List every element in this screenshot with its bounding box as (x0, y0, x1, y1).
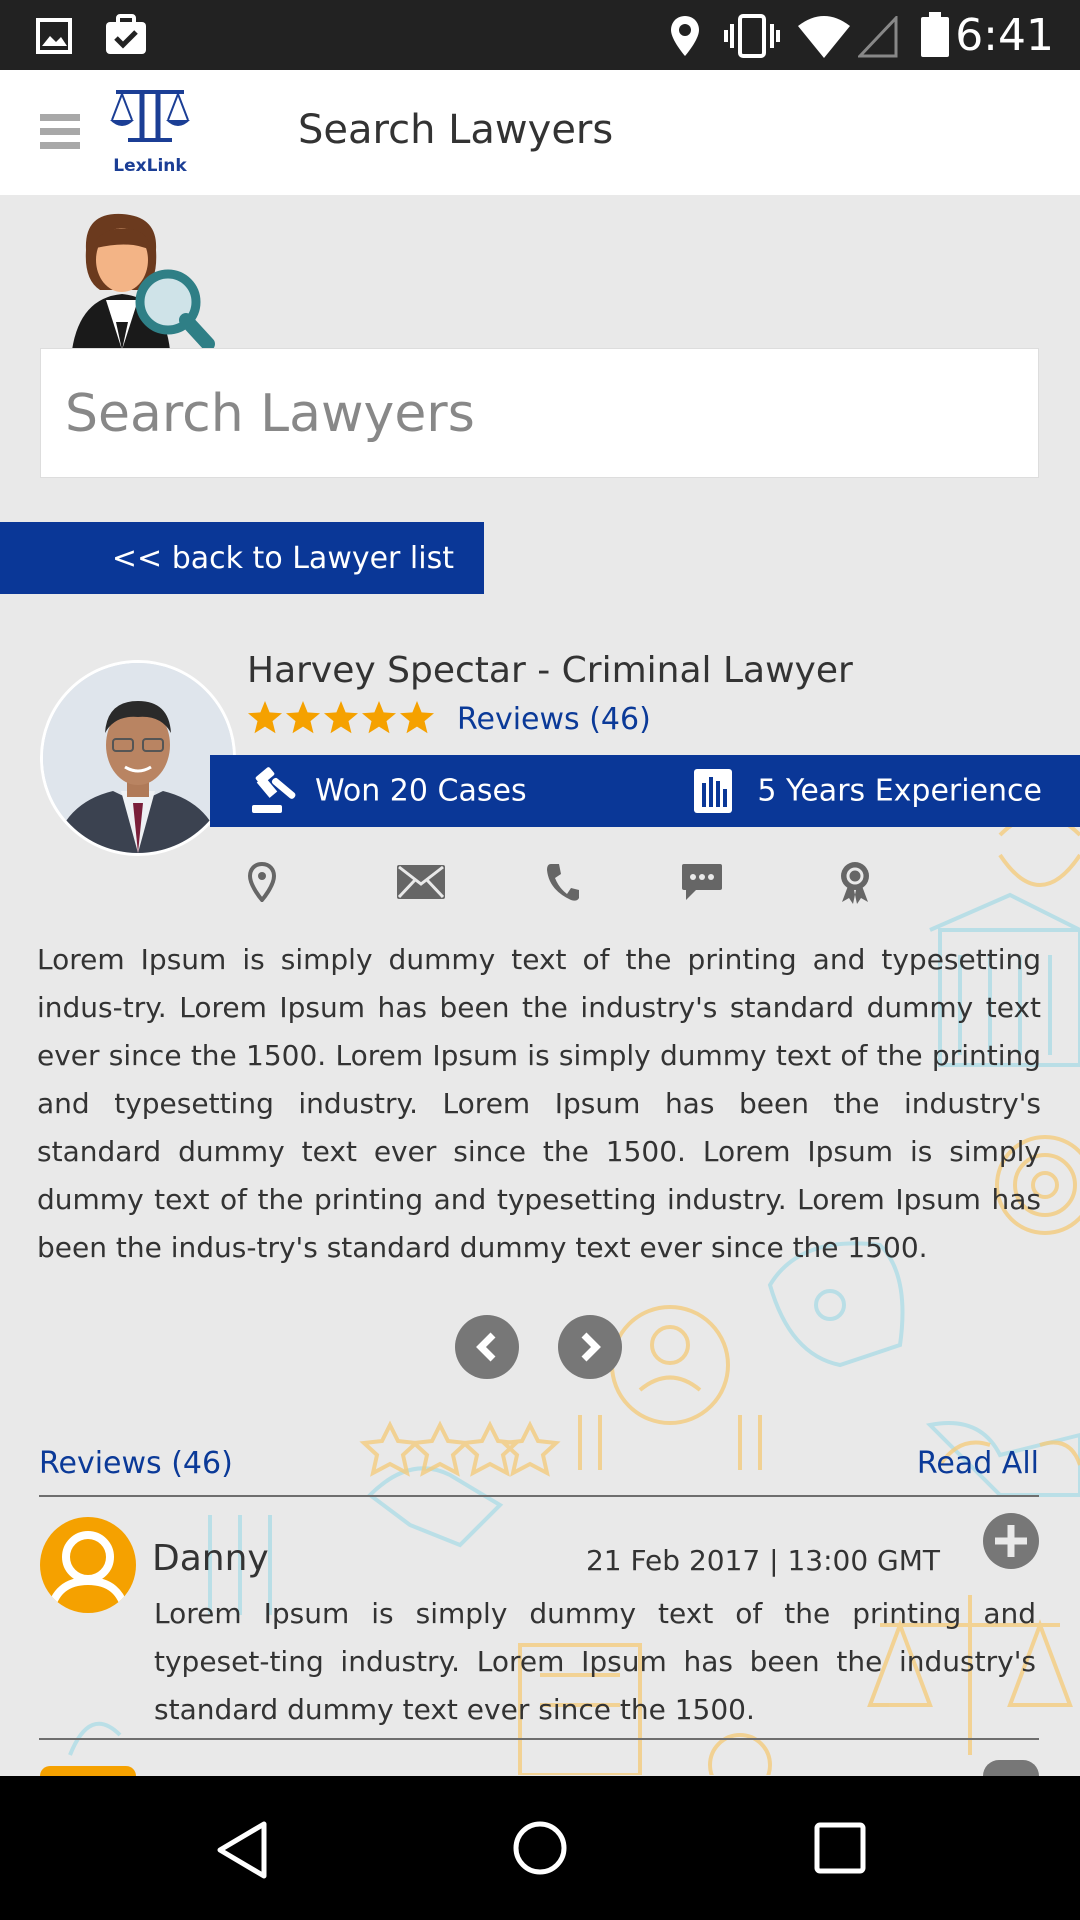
lawyer-description: Lorem Ipsum is simply dummy text of the … (37, 943, 1041, 1264)
next-expand-button[interactable] (983, 1760, 1039, 1776)
scales-logo-icon (110, 90, 190, 142)
reviews-header[interactable]: Reviews (46) (39, 1446, 233, 1481)
reviewer-name: Danny (152, 1538, 269, 1579)
review-date: 21 Feb 2017 | 13:00 GMT (585, 1544, 940, 1577)
reviews-link[interactable]: Reviews (46) (457, 702, 651, 737)
chevron-right-icon (581, 1332, 601, 1362)
review-text: Lorem Ipsum is simply dummy text of the … (154, 1597, 1036, 1726)
gavel-icon (252, 767, 296, 813)
home-nav-icon[interactable] (512, 1820, 568, 1876)
contact-icons (0, 858, 1080, 906)
star-icon (400, 701, 434, 734)
wifi-icon (798, 16, 850, 58)
won-cases-label: Won 20 Cases (315, 773, 527, 809)
lawyer-name: Harvey Spectar - Criminal Lawyer (247, 650, 853, 691)
expand-review-button[interactable] (983, 1513, 1039, 1569)
next-button[interactable] (558, 1315, 622, 1379)
chevron-left-icon (476, 1332, 496, 1362)
menu-icon[interactable] (40, 112, 80, 152)
chat-icon[interactable] (680, 862, 724, 902)
app-bar: LexLink Search Lawyers (0, 70, 1080, 195)
star-icon (248, 701, 282, 734)
experience-label: 5 Years Experience (757, 773, 1042, 809)
reviewer-avatar (40, 1517, 136, 1613)
lawyer-search-illustration (72, 213, 215, 350)
award-icon[interactable] (838, 860, 872, 904)
logo-text: LexLink (113, 156, 187, 176)
lawyer-photo (43, 663, 233, 853)
mail-icon[interactable] (396, 864, 446, 900)
status-bar: 6:41 (0, 0, 1080, 70)
rating-stars (247, 700, 437, 740)
experience-icon (694, 769, 732, 813)
phone-icon[interactable] (545, 862, 581, 902)
divider (39, 1738, 1039, 1740)
previous-button[interactable] (455, 1315, 519, 1379)
clipboard-check-icon (106, 14, 146, 54)
back-to-list-button[interactable]: << back to Lawyer list (0, 522, 484, 594)
back-nav-icon[interactable] (214, 1820, 270, 1880)
divider (39, 1495, 1039, 1497)
star-icon (286, 701, 320, 734)
status-time: 6:41 (955, 10, 1054, 61)
search-box (40, 348, 1039, 479)
star-icon (324, 701, 358, 734)
location-icon[interactable] (248, 862, 276, 902)
plus-icon (995, 1525, 1027, 1557)
star-icon (362, 701, 396, 734)
app-logo: LexLink (108, 88, 192, 178)
signal-icon (858, 16, 898, 58)
read-all-link[interactable]: Read All (917, 1446, 1039, 1481)
gallery-icon (36, 18, 72, 54)
recents-nav-icon[interactable] (814, 1822, 866, 1874)
vibrate-icon (724, 14, 780, 58)
battery-icon (921, 12, 949, 57)
location-status-icon (671, 16, 699, 56)
page-title: Search Lawyers (298, 107, 614, 153)
navigation-bar (0, 1776, 1080, 1920)
search-input[interactable] (63, 349, 1017, 479)
lawyer-avatar (40, 660, 236, 856)
next-reviewer-avatar (40, 1766, 136, 1776)
stats-bar: Won 20 Cases 5 Years Experience (210, 755, 1080, 827)
user-icon (46, 1531, 130, 1613)
